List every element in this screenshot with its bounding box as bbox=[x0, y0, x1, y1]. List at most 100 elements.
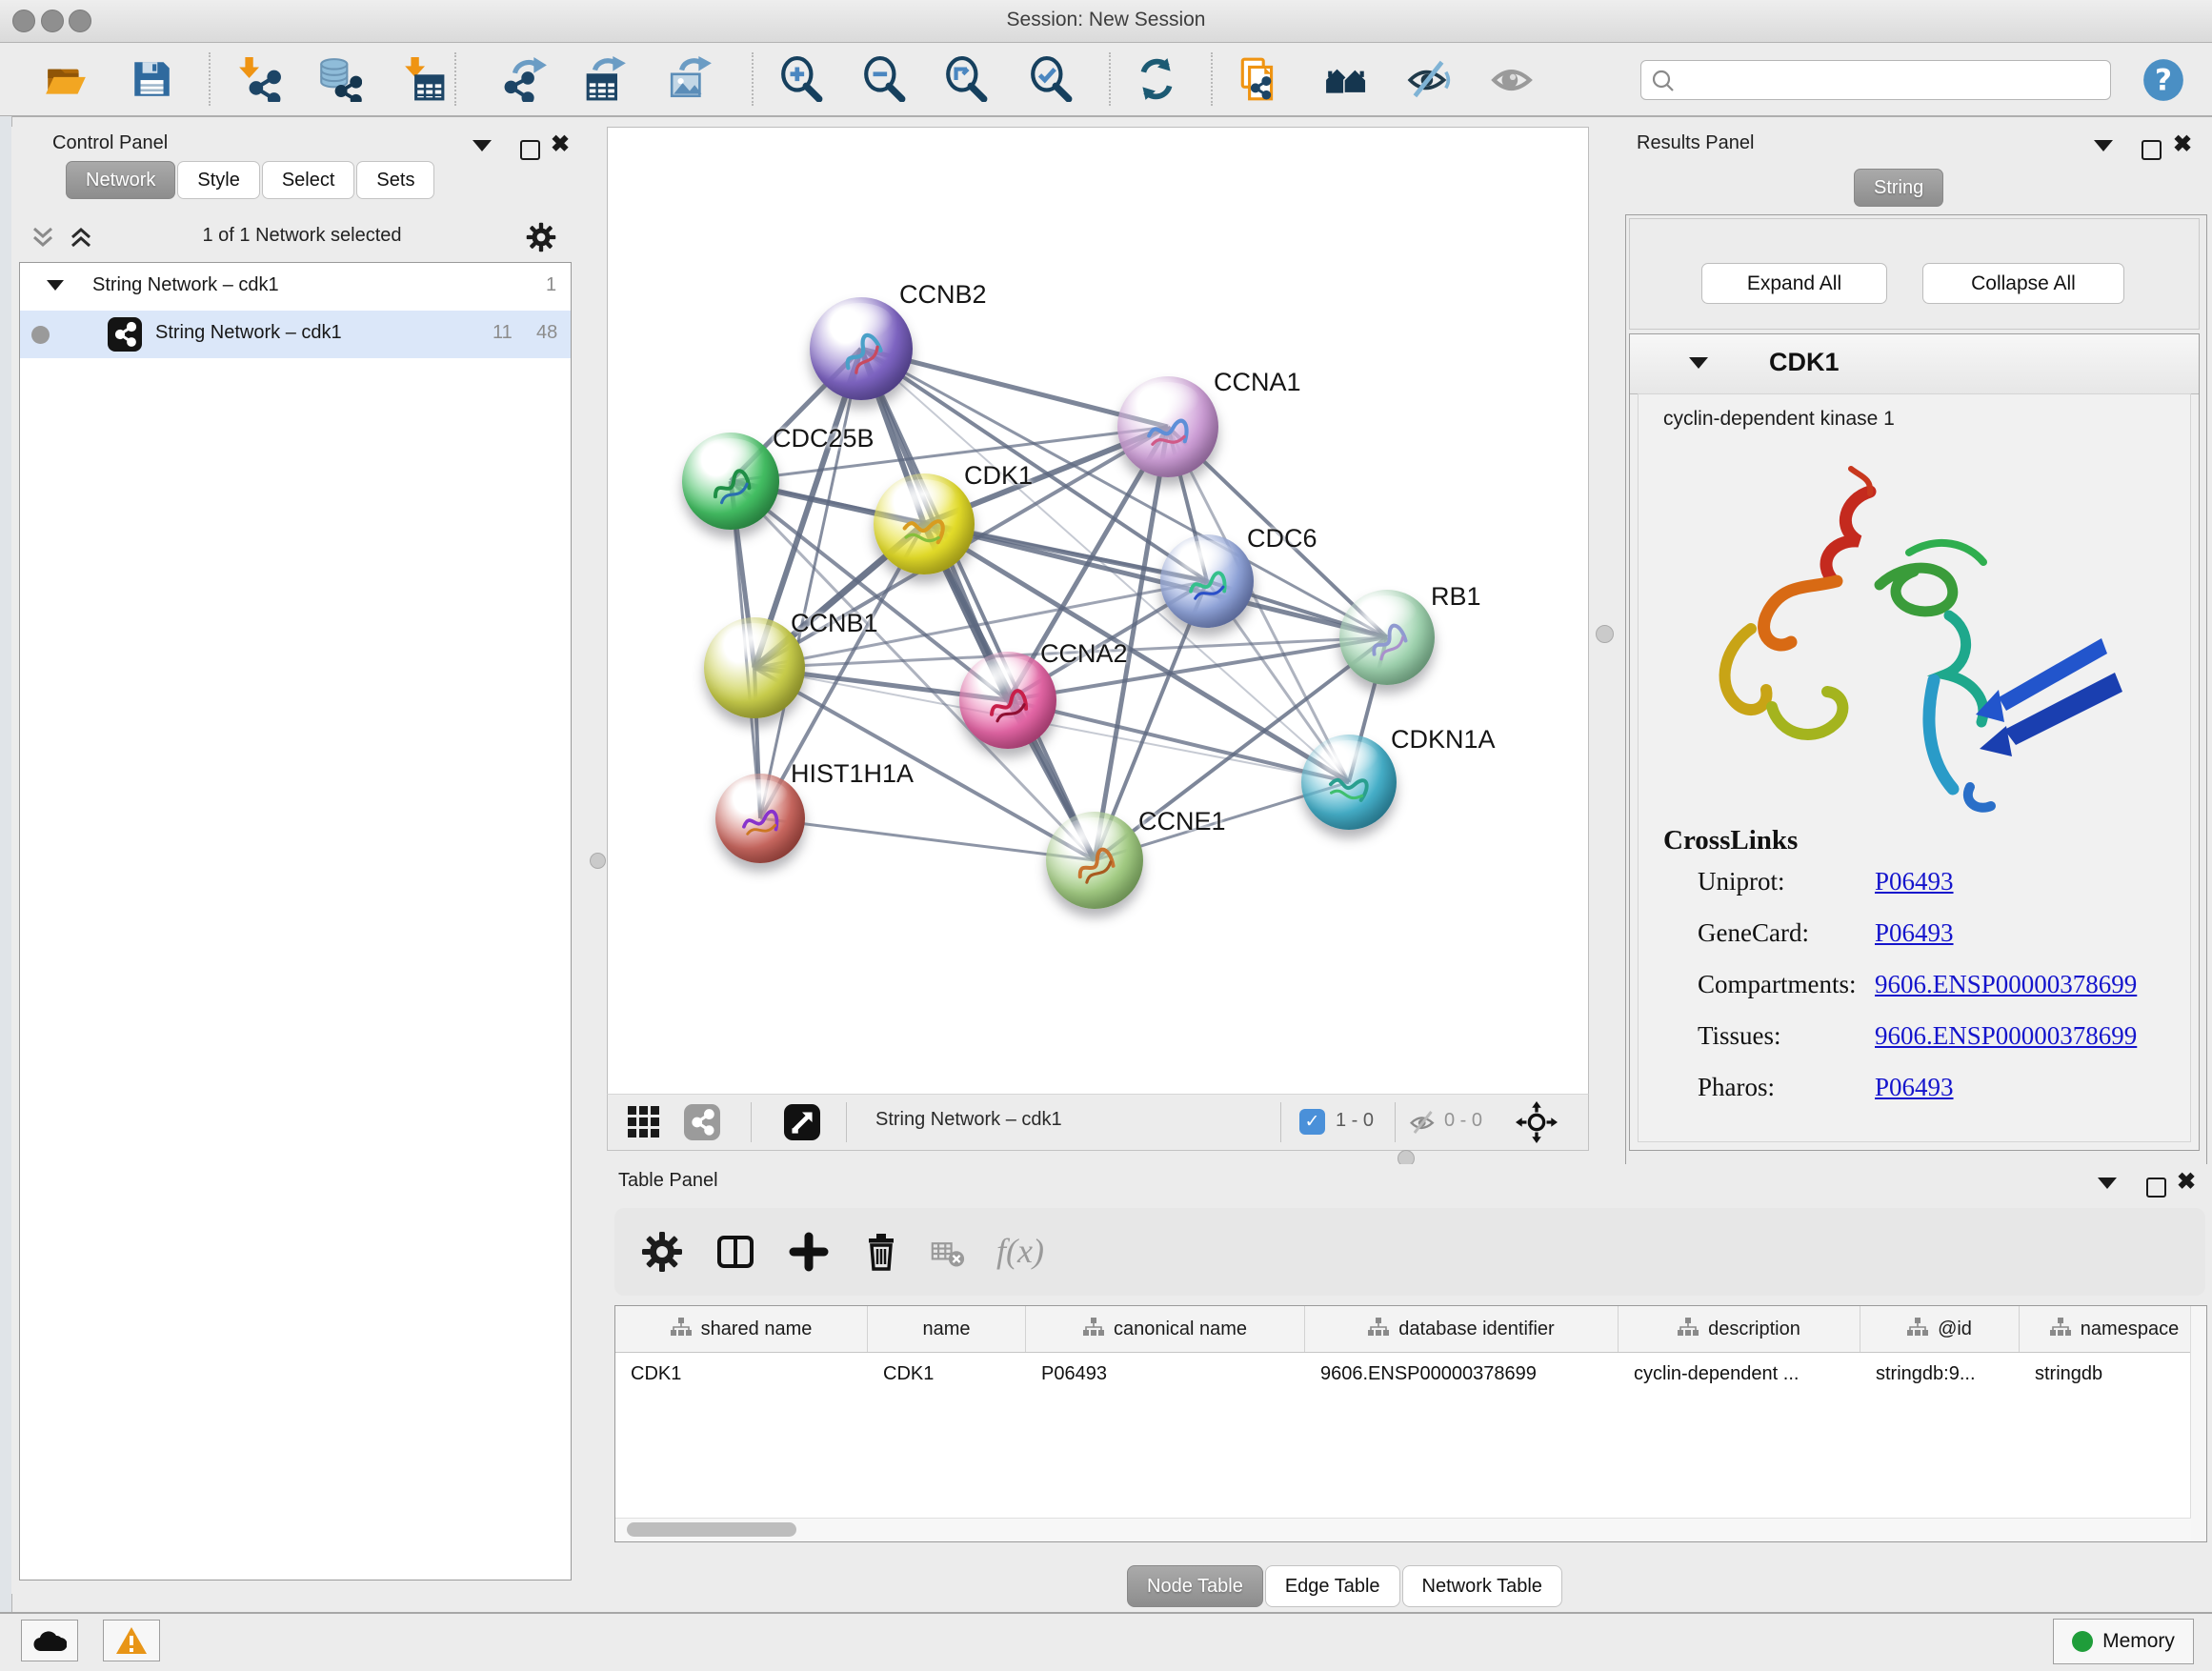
toolbar-search-field[interactable] bbox=[1640, 60, 2111, 100]
protein-card-header[interactable]: CDK1 bbox=[1630, 334, 2199, 394]
network-node-ccna1[interactable] bbox=[1117, 376, 1218, 477]
float-panel-icon[interactable] bbox=[2146, 1178, 2166, 1198]
zoom-selected-icon[interactable] bbox=[1028, 56, 1074, 102]
column-header-name[interactable]: name bbox=[868, 1306, 1026, 1352]
grid-view-icon[interactable] bbox=[627, 1105, 661, 1139]
tree-expand-icon[interactable] bbox=[47, 280, 64, 291]
selected-checkbox-icon[interactable]: ✓ bbox=[1299, 1109, 1325, 1135]
memory-button[interactable]: Memory bbox=[2053, 1619, 2194, 1664]
zoom-out-icon[interactable] bbox=[861, 56, 907, 102]
expand-all-button[interactable]: Expand All bbox=[1701, 263, 1887, 304]
table-cell[interactable]: P06493 bbox=[1026, 1352, 1305, 1396]
network-node-ccnb2[interactable] bbox=[810, 297, 913, 400]
column-header-database-identifier[interactable]: database identifier bbox=[1305, 1306, 1619, 1352]
table-cell[interactable]: cyclin-dependent ... bbox=[1619, 1352, 1860, 1396]
tab-edge-table[interactable]: Edge Table bbox=[1265, 1565, 1400, 1607]
close-panel-icon[interactable]: ✖ bbox=[2177, 1174, 2196, 1190]
network-collection-row[interactable]: String Network – cdk1 1 bbox=[20, 263, 571, 311]
collapse-all-button[interactable]: Collapse All bbox=[1922, 263, 2124, 304]
delete-column-trash-icon[interactable] bbox=[860, 1231, 902, 1273]
table-cell[interactable]: CDK1 bbox=[868, 1352, 1026, 1396]
float-panel-icon[interactable] bbox=[2142, 140, 2162, 160]
refresh-icon[interactable] bbox=[1134, 56, 1179, 102]
network-edge[interactable] bbox=[1008, 700, 1349, 782]
network-edge[interactable] bbox=[924, 524, 1387, 637]
network-canvas[interactable]: CCNB2CCNA1CDC25BCDK1CDC6RB1CCNB1CCNA2CDK… bbox=[607, 127, 1589, 1096]
network-node-cdk1[interactable] bbox=[874, 473, 975, 574]
column-header-shared-name[interactable]: shared name bbox=[615, 1306, 868, 1352]
export-image-icon[interactable] bbox=[668, 56, 714, 102]
help-icon[interactable]: ? bbox=[2141, 57, 2186, 103]
separator bbox=[846, 1102, 847, 1142]
warnings-button[interactable] bbox=[103, 1620, 160, 1661]
home-networks-icon[interactable] bbox=[1324, 56, 1370, 102]
show-columns-icon[interactable] bbox=[714, 1231, 756, 1273]
table-vertical-scrollbar[interactable] bbox=[2190, 1306, 2206, 1541]
table-options-gear-icon[interactable] bbox=[641, 1231, 683, 1273]
crosslink-link[interactable]: 9606.ENSP00000378699 bbox=[1875, 970, 2137, 999]
network-badge-gray-icon[interactable] bbox=[684, 1104, 720, 1140]
network-node-cdkn1a[interactable] bbox=[1301, 735, 1397, 830]
tab-sets[interactable]: Sets bbox=[356, 161, 434, 199]
collapse-panel-icon[interactable] bbox=[2098, 1178, 2117, 1189]
node-table-row[interactable]: CDK1CDK1P064939606.ENSP00000378699cyclin… bbox=[615, 1352, 2191, 1396]
table-cell[interactable]: CDK1 bbox=[615, 1352, 868, 1396]
column-header-@id[interactable]: @id bbox=[1860, 1306, 2020, 1352]
fit-content-crosshair-icon[interactable] bbox=[1516, 1101, 1558, 1143]
tab-node-table[interactable]: Node Table bbox=[1127, 1565, 1263, 1607]
node-table[interactable]: shared namenamecanonical namedatabase id… bbox=[614, 1305, 2207, 1542]
float-panel-icon[interactable] bbox=[520, 140, 540, 160]
table-cell[interactable]: stringdb:9... bbox=[1860, 1352, 2020, 1396]
collapse-section-icon[interactable] bbox=[1689, 357, 1708, 369]
crosslink-link[interactable]: P06493 bbox=[1875, 1073, 1954, 1102]
import-network-from-database-icon[interactable] bbox=[316, 56, 362, 102]
network-node-rb1[interactable] bbox=[1339, 590, 1435, 685]
network-node-cdc25b[interactable] bbox=[682, 433, 779, 530]
network-options-gear-icon[interactable] bbox=[526, 222, 556, 252]
network-edge[interactable] bbox=[760, 349, 861, 818]
import-table-icon[interactable] bbox=[401, 56, 447, 102]
zoom-in-icon[interactable] bbox=[778, 56, 824, 102]
bird-eye-view-icon[interactable] bbox=[1490, 56, 1536, 102]
create-column-plus-icon[interactable] bbox=[788, 1231, 830, 1273]
birds-eye-toggle-icon[interactable] bbox=[784, 1104, 820, 1140]
crosslink-row: Tissues:9606.ENSP00000378699 bbox=[1698, 1021, 1781, 1051]
left-splitter-handle[interactable] bbox=[590, 853, 606, 869]
export-table-icon[interactable] bbox=[583, 56, 629, 102]
search-input[interactable] bbox=[1683, 65, 2102, 93]
tab-network-table[interactable]: Network Table bbox=[1402, 1565, 1562, 1607]
show-hide-graphics-icon[interactable] bbox=[1406, 56, 1452, 102]
export-network-icon[interactable] bbox=[503, 56, 549, 102]
close-panel-icon[interactable]: ✖ bbox=[551, 136, 570, 152]
network-node-ccne1[interactable] bbox=[1046, 812, 1143, 909]
tab-select[interactable]: Select bbox=[262, 161, 355, 199]
tab-network[interactable]: Network bbox=[66, 161, 175, 199]
crosslink-link[interactable]: 9606.ENSP00000378699 bbox=[1875, 1021, 2137, 1051]
right-splitter-handle[interactable] bbox=[1596, 625, 1614, 643]
table-horizontal-scrollbar[interactable] bbox=[615, 1518, 2191, 1541]
scrollbar-thumb[interactable] bbox=[627, 1522, 796, 1537]
column-header-namespace[interactable]: namespace bbox=[2020, 1306, 2191, 1352]
cloud-status-button[interactable] bbox=[21, 1620, 78, 1661]
open-session-icon[interactable] bbox=[43, 56, 89, 102]
table-cell[interactable]: stringdb bbox=[2020, 1352, 2191, 1396]
crosslink-link[interactable]: P06493 bbox=[1875, 918, 1954, 948]
crosslink-link[interactable]: P06493 bbox=[1875, 867, 1954, 896]
copy-network-icon[interactable] bbox=[1236, 56, 1281, 102]
network-node-cdc6[interactable] bbox=[1160, 534, 1254, 628]
network-row-selected[interactable]: String Network – cdk1 11 48 bbox=[20, 311, 571, 358]
column-header-canonical-name[interactable]: canonical name bbox=[1026, 1306, 1305, 1352]
network-edge[interactable] bbox=[760, 818, 1095, 860]
tab-string[interactable]: String bbox=[1854, 169, 1943, 207]
protein-structure-image bbox=[1684, 452, 2132, 814]
column-header-description[interactable]: description bbox=[1619, 1306, 1860, 1352]
close-panel-icon[interactable]: ✖ bbox=[2173, 136, 2192, 152]
zoom-fit-icon[interactable] bbox=[943, 56, 989, 102]
import-network-icon[interactable] bbox=[236, 56, 282, 102]
table-cell[interactable]: 9606.ENSP00000378699 bbox=[1305, 1352, 1619, 1396]
save-session-icon[interactable] bbox=[129, 56, 174, 102]
protein-detail-card: CDK1 cyclin-dependent kinase 1 bbox=[1629, 333, 2200, 1151]
collapse-panel-icon[interactable] bbox=[473, 140, 492, 151]
collapse-panel-icon[interactable] bbox=[2094, 140, 2113, 151]
tab-style[interactable]: Style bbox=[177, 161, 259, 199]
